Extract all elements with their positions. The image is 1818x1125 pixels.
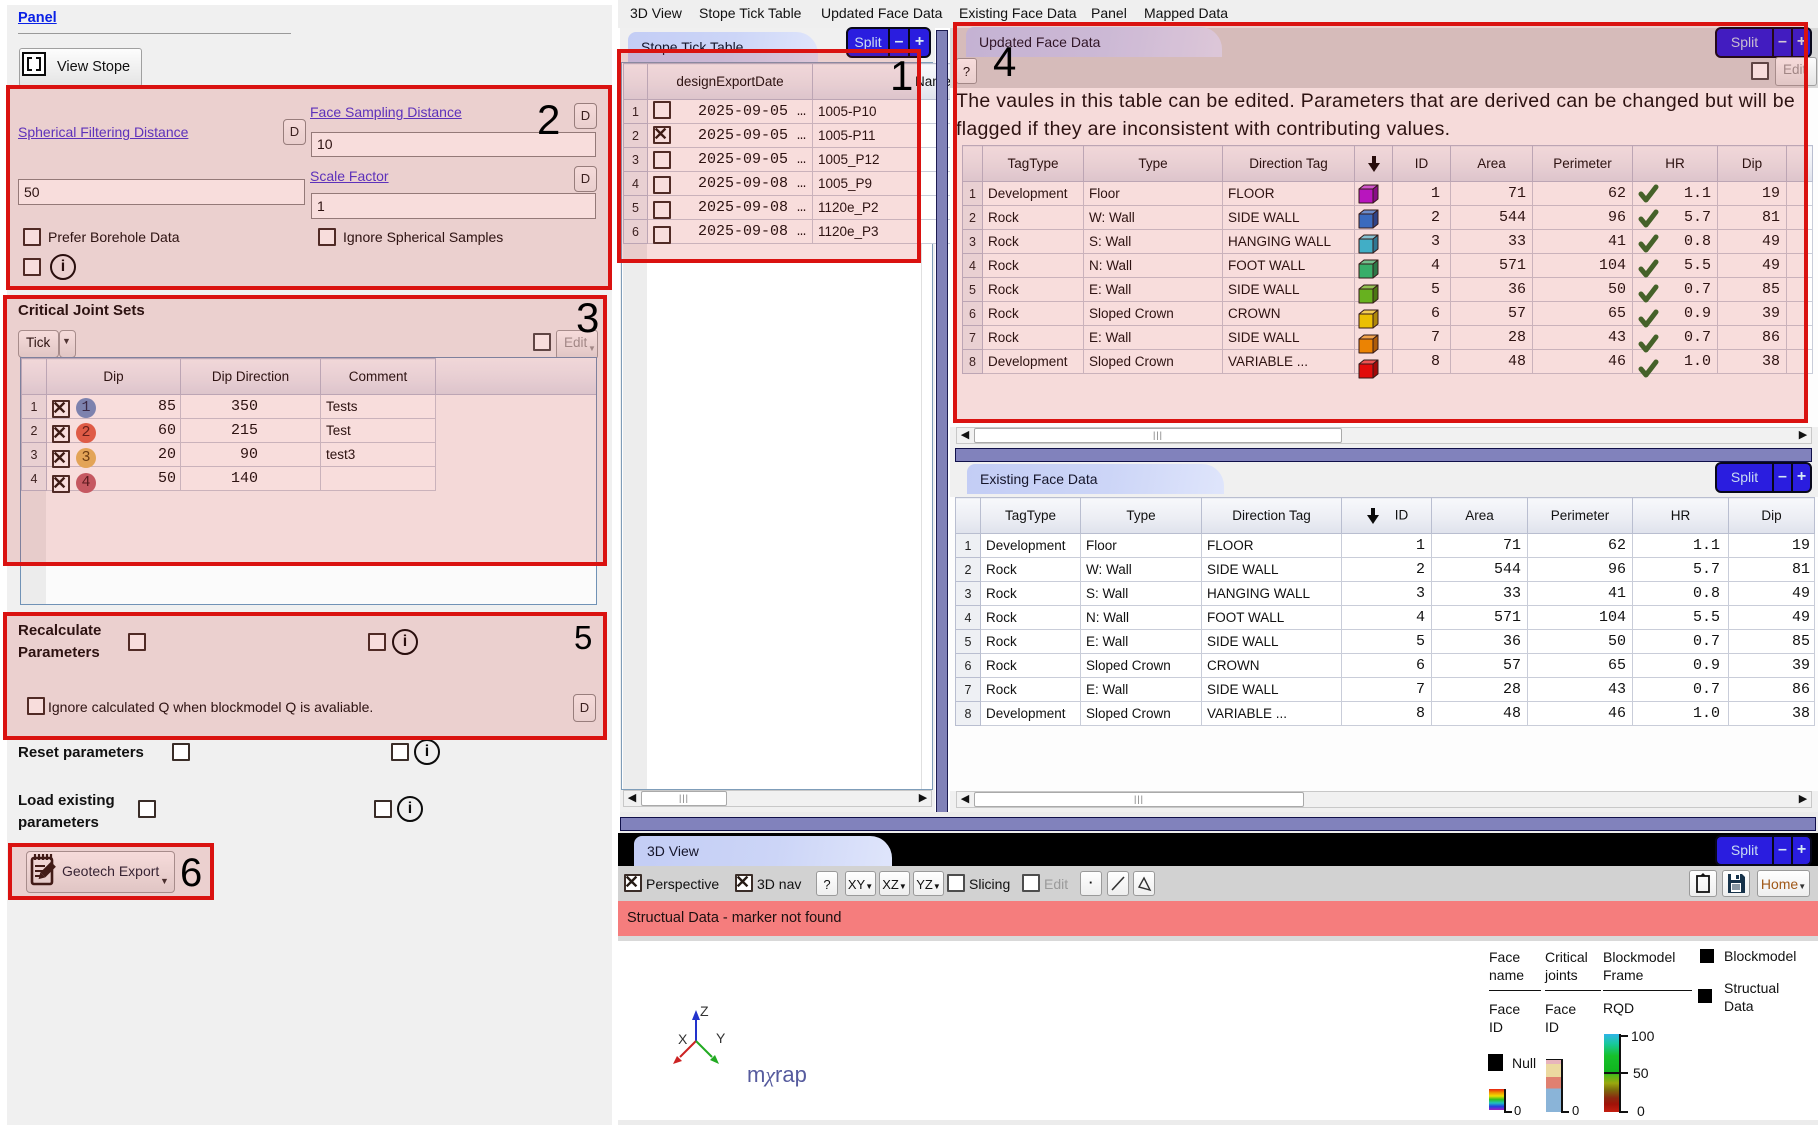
svg-text:X: X	[678, 1031, 688, 1047]
svg-text:Y: Y	[716, 1030, 726, 1046]
svg-text:Z: Z	[700, 1003, 709, 1019]
